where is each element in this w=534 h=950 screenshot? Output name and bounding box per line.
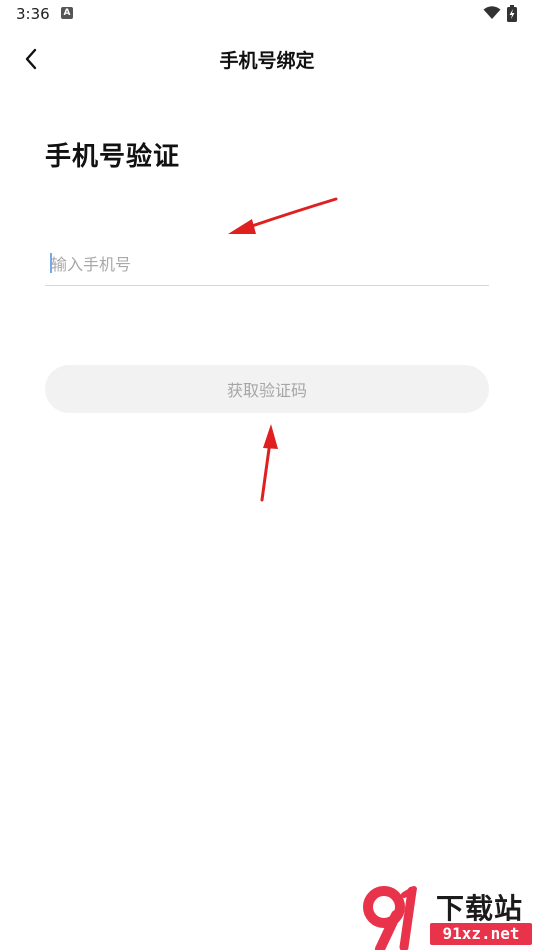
watermark-domain: 91xz.net [430, 923, 532, 945]
page-heading: 手机号验证 [45, 142, 181, 172]
phone-input[interactable] [45, 244, 489, 284]
91-logo-icon [363, 886, 417, 950]
wifi-icon [483, 6, 501, 19]
get-code-button[interactable]: 获取验证码 [45, 365, 489, 413]
text-caret [50, 253, 52, 273]
nav-bar: 手机号绑定 [0, 36, 534, 82]
nav-title: 手机号绑定 [219, 50, 315, 72]
status-bar: 3:36 A [0, 0, 534, 28]
battery-charging-icon [507, 5, 517, 22]
arrow-to-button-icon [260, 424, 278, 502]
status-time: 3:36 [16, 5, 50, 23]
a-icon: A [61, 7, 73, 19]
screen: 3:36 A 手机号绑定 手机号验证 获取验证码 [0, 0, 534, 950]
arrow-to-input-icon [228, 197, 338, 234]
watermark-title: 下载站 [436, 892, 524, 925]
watermark: 下载站 91xz.net [360, 885, 534, 950]
phone-field [45, 244, 489, 286]
